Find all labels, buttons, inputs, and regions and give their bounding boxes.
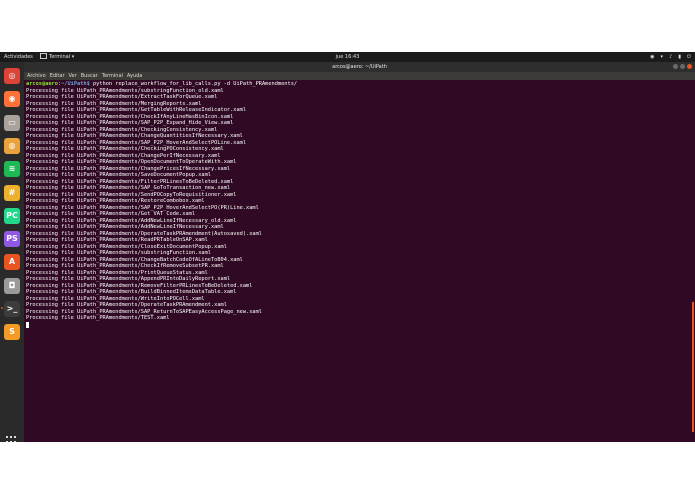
menu-editar[interactable]: Editar bbox=[50, 73, 65, 79]
output-line: Processing file UiPath_PRAmendments/subs… bbox=[26, 250, 211, 256]
chrome-icon[interactable]: ◎ bbox=[4, 68, 20, 84]
desktop-screen: Actividades Terminal ▾ jue 16:43 ◉ ▾ ♪ ▮ ⏻ ◎… bbox=[0, 52, 695, 442]
output-line: Processing file UiPath_PRAmendments/TEST… bbox=[26, 315, 170, 321]
output-line: Processing file UiPath_PRAmendments/Oper… bbox=[26, 302, 227, 308]
grid-dot bbox=[14, 440, 16, 442]
output-line: Processing file UiPath_PRAmendments/AddN… bbox=[26, 217, 237, 224]
grid-dot bbox=[6, 436, 8, 438]
spotify-icon[interactable]: ≋ bbox=[4, 161, 20, 178]
output-line: Processing file UiPath_PRAmendments/SAP_… bbox=[26, 120, 234, 126]
files-icon[interactable]: ▭ bbox=[4, 114, 20, 131]
menu-buscar[interactable]: Buscar bbox=[81, 73, 98, 79]
output-lines: Processing file UiPath_PRAmendments/subs… bbox=[26, 88, 262, 322]
menu-ver[interactable]: Ver bbox=[69, 73, 77, 79]
output-line: Processing file UiPath_PRAmendments/Oper… bbox=[26, 230, 262, 237]
rhythmbox-icon[interactable]: ◍ bbox=[4, 137, 20, 154]
output-line: Processing file UiPath_PRAmendments/Rest… bbox=[26, 198, 205, 204]
status-area[interactable]: ◉ ▾ ♪ ▮ ⏻ bbox=[644, 52, 691, 62]
screenshot-icon[interactable]: ◘ bbox=[4, 277, 20, 294]
text-cursor bbox=[26, 321, 29, 328]
sublime-text-icon[interactable]: S bbox=[4, 324, 20, 341]
window-titlebar[interactable]: arcos@aero: ~/UiPath bbox=[24, 62, 695, 72]
output-line: Processing file UiPath_PRAmendments/Chan… bbox=[26, 256, 243, 263]
output-line: Processing file UiPath_PRAmendments/Extr… bbox=[26, 94, 218, 100]
output-line: Processing file UiPath_PRAmendments/Chan… bbox=[26, 165, 231, 172]
grid-dot bbox=[10, 436, 12, 438]
power-icon[interactable]: ⏻ bbox=[687, 54, 691, 60]
output-line: Processing file UiPath_PRAmendments/Open… bbox=[26, 159, 237, 165]
terminal-window: arcos@aero: ~/UiPath Archivo Editar Ver Bus… bbox=[24, 62, 695, 442]
scrollbar[interactable] bbox=[692, 302, 694, 432]
software-center-icon[interactable]: A bbox=[4, 254, 20, 271]
output-line: Processing file UiPath_PRAmendments/GetT… bbox=[26, 107, 247, 113]
menu-terminal[interactable]: Terminal bbox=[102, 73, 123, 79]
chrome-icon[interactable]: ◉ bbox=[650, 54, 654, 60]
command-text: python replace_workflow_for_lib_calls.py… bbox=[89, 81, 298, 87]
output-line: Processing file UiPath_PRAmendments/Filt… bbox=[26, 178, 234, 185]
output-line: Processing file UiPath_PRAmendments/SAP_… bbox=[26, 204, 259, 211]
output-line: Processing file UiPath_PRAmendments/Writ… bbox=[26, 295, 205, 302]
wifi-icon[interactable]: ▾ bbox=[661, 54, 664, 60]
output-line: Processing file UiPath_PRAmendments/Remo… bbox=[26, 282, 253, 289]
output-line: Processing file UiPath_PRAmendments/Read… bbox=[26, 237, 208, 243]
menu-ayuda[interactable]: Ayuda bbox=[127, 73, 142, 79]
output-line: Processing file UiPath_PRAmendments/SAP_… bbox=[26, 308, 262, 315]
pycharm-icon[interactable]: PC bbox=[4, 207, 20, 224]
dock: ◎ ◉ ▭ ◍ ≋ # PC PS A ◘ >_ S bbox=[0, 62, 24, 442]
volume-icon[interactable]: ♪ bbox=[669, 54, 672, 60]
window-controls bbox=[671, 64, 692, 70]
terminal-menubar: Archivo Editar Ver Buscar Terminal Ayuda bbox=[24, 72, 695, 80]
output-line: Processing file UiPath_PRAmendments/Prin… bbox=[26, 269, 208, 276]
grid-dot bbox=[10, 440, 12, 442]
output-line: Processing file UiPath_PRAmendments/Chec… bbox=[26, 126, 218, 133]
output-line: Processing file UiPath_PRAmendments/Merg… bbox=[26, 100, 202, 107]
close-icon[interactable] bbox=[687, 64, 692, 69]
minimize-icon[interactable] bbox=[673, 64, 678, 69]
battery-icon[interactable]: ▮ bbox=[678, 54, 681, 60]
output-line: Processing file UiPath_PRAmendments/Send… bbox=[26, 191, 237, 198]
prompt-user: arcos@aero bbox=[26, 81, 58, 87]
terminal-output[interactable]: arcos@aero:~/UiPath$ python replace_work… bbox=[26, 81, 686, 441]
output-line: Processing file UiPath_PRAmendments/Chec… bbox=[26, 263, 224, 269]
output-line: Processing file UiPath_PRAmendments/subs… bbox=[26, 87, 224, 94]
grid-dot bbox=[6, 440, 8, 442]
output-line: Processing file UiPath_PRAmendments/Chec… bbox=[26, 146, 224, 152]
output-line: Processing file UiPath_PRAmendments/AddN… bbox=[26, 224, 224, 230]
show-applications-icon[interactable] bbox=[6, 436, 18, 442]
grid-dot bbox=[14, 436, 16, 438]
maximize-icon[interactable] bbox=[680, 64, 685, 69]
clock[interactable]: jue 16:43 bbox=[0, 52, 695, 62]
output-line: Processing file UiPath_PRAmendments/Appe… bbox=[26, 276, 231, 282]
output-line: Processing file UiPath_PRAmendments/Save… bbox=[26, 172, 211, 178]
output-line: Processing file UiPath_PRAmendments/Chan… bbox=[26, 133, 243, 139]
menu-archivo[interactable]: Archivo bbox=[27, 73, 46, 79]
output-line: Processing file UiPath_PRAmendments/Chan… bbox=[26, 152, 221, 159]
output-line: Processing file UiPath_PRAmendments/Get … bbox=[26, 211, 196, 217]
gnome-top-bar: Actividades Terminal ▾ jue 16:43 ◉ ▾ ♪ ▮ ⏻ bbox=[0, 52, 695, 62]
output-line: Processing file UiPath_PRAmendments/SAP_… bbox=[26, 185, 231, 191]
terminal-icon[interactable]: >_ bbox=[1, 301, 20, 317]
output-line: Processing file UiPath_PRAmendments/Clos… bbox=[26, 243, 227, 250]
output-line: Processing file UiPath_PRAmendments/Chec… bbox=[26, 113, 234, 120]
firefox-icon[interactable]: ◉ bbox=[4, 91, 20, 108]
output-line: Processing file UiPath_PRAmendments/Buil… bbox=[26, 289, 237, 295]
phpstorm-icon[interactable]: PS bbox=[4, 231, 20, 248]
slack-icon[interactable]: # bbox=[4, 184, 20, 201]
output-line: Processing file UiPath_PRAmendments/SAP_… bbox=[26, 139, 247, 146]
window-title: arcos@aero: ~/UiPath bbox=[332, 64, 387, 70]
prompt-path: :~/UiPath$ bbox=[57, 81, 90, 87]
